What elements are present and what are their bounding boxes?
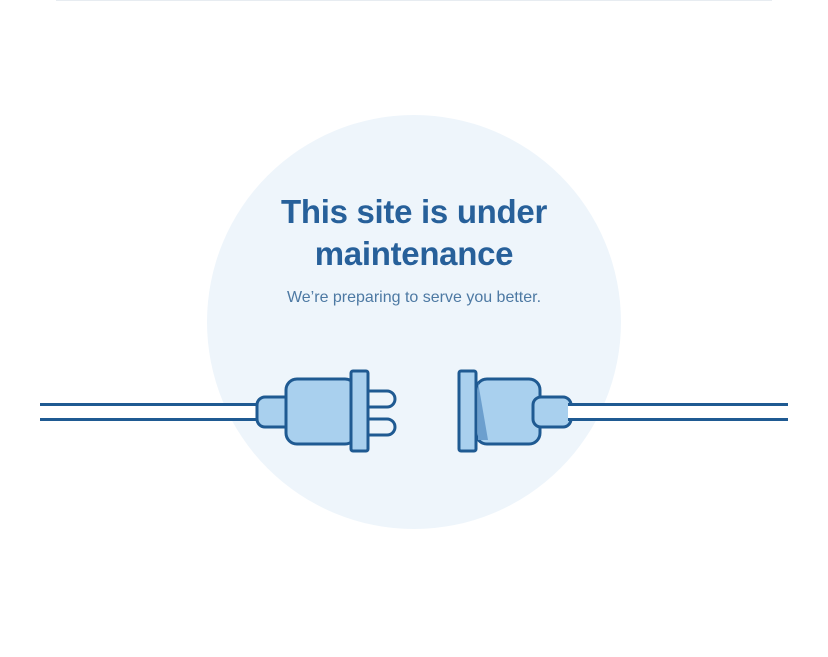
male-plug-icon [255, 369, 397, 453]
female-plug-icon [457, 369, 573, 453]
unplugged-cable-icon [40, 369, 788, 453]
page-title-line-1: This site is under [281, 193, 547, 230]
background-circle [207, 115, 621, 529]
page-title-line-2: maintenance [314, 235, 514, 272]
right-cable [568, 403, 788, 421]
left-cable [40, 403, 262, 421]
top-divider [56, 0, 772, 1]
page-title: This site is under maintenance [207, 191, 621, 275]
page-subtitle: We’re preparing to serve you better. [286, 289, 542, 306]
